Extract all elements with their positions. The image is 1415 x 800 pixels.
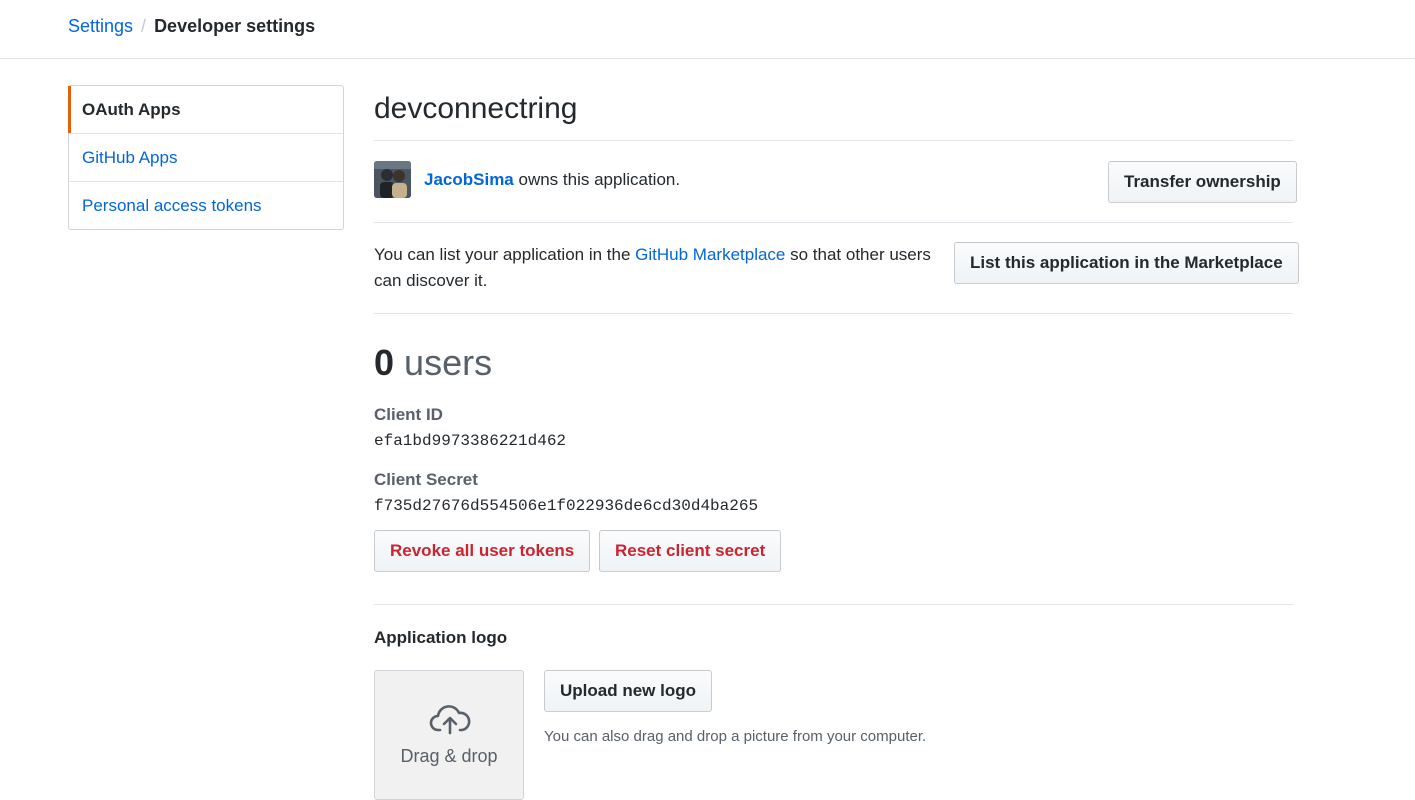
dropzone-label: Drag & drop [400, 746, 498, 766]
divider [374, 222, 1293, 223]
breadcrumb-current: Developer settings [154, 16, 316, 36]
breadcrumb: Settings / Developer settings [68, 15, 315, 37]
breadcrumb-separator: / [141, 16, 147, 36]
client-secret-label: Client Secret [374, 470, 478, 489]
owner-suffix: owns this application. [513, 170, 681, 189]
transfer-ownership-button[interactable]: Transfer ownership [1108, 161, 1297, 203]
list-in-marketplace-button[interactable]: List this application in the Marketplace [954, 242, 1299, 284]
github-marketplace-link[interactable]: GitHub Marketplace [635, 245, 785, 264]
owner-text: JacobSima owns this application. [424, 170, 680, 190]
menu-item-oauth-apps[interactable]: OAuth Apps [68, 86, 343, 134]
divider [374, 313, 1293, 314]
developer-settings-menu: OAuth Apps GitHub Apps Personal access t… [68, 85, 344, 230]
owner-link[interactable]: JacobSima [424, 170, 514, 189]
upload-note: You can also drag and drop a picture fro… [544, 728, 927, 745]
header-bar: Settings / Developer settings [0, 0, 1415, 59]
upload-logo-button[interactable]: Upload new logo [544, 670, 712, 712]
client-secret-value: f735d27676d554506e1f022936de6cd30d4ba265 [374, 497, 759, 515]
client-id-label: Client ID [374, 405, 443, 424]
menu-item-github-apps[interactable]: GitHub Apps [69, 134, 343, 182]
cloud-upload-icon [429, 705, 471, 735]
application-logo-heading: Application logo [374, 628, 508, 647]
revoke-tokens-button[interactable]: Revoke all user tokens [374, 530, 591, 572]
avatar-image-icon [374, 161, 411, 198]
menu-item-personal-access-tokens[interactable]: Personal access tokens [69, 182, 343, 229]
client-id-value: efa1bd9973386221d462 [374, 432, 567, 450]
users-count: 0 users [374, 341, 492, 385]
divider [374, 604, 1293, 605]
owner-avatar[interactable] [374, 161, 411, 198]
app-title: devconnectring [374, 92, 578, 125]
reset-secret-button[interactable]: Reset client secret [599, 530, 782, 572]
divider [374, 140, 1293, 141]
breadcrumb-settings-link[interactable]: Settings [68, 16, 133, 36]
marketplace-text: You can list your application in the Git… [374, 242, 954, 294]
users-count-unit: users [404, 342, 493, 383]
marketplace-text-before: You can list your application in the [374, 245, 636, 264]
logo-dropzone[interactable]: Drag & drop [374, 670, 524, 800]
users-count-number: 0 [374, 342, 395, 383]
